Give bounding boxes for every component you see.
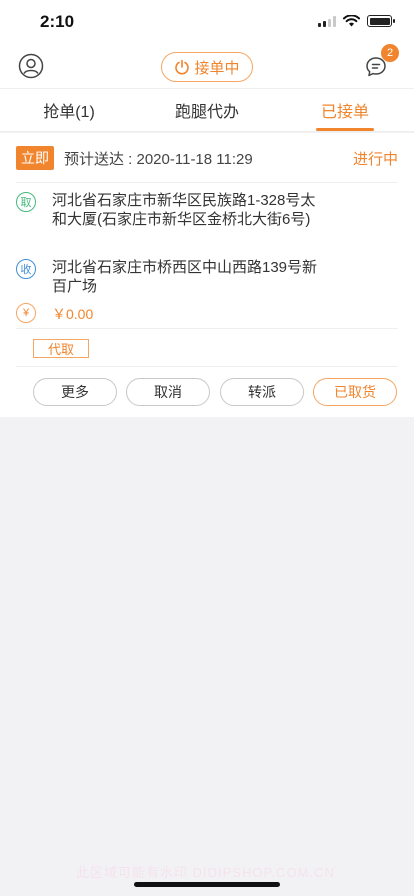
divider	[16, 366, 398, 367]
divider	[16, 328, 398, 329]
power-icon	[175, 59, 190, 75]
status-icons	[318, 15, 395, 27]
picked-up-button[interactable]: 已取货	[313, 378, 397, 406]
pickup-address: 河北省石家庄市新华区民族路1-328号太和大厦(石家庄市新华区金桥北大街6号)	[52, 192, 316, 228]
currency-icon: ¥	[16, 303, 36, 323]
proxy-tag: 代取	[33, 339, 89, 358]
message-count-badge: 2	[381, 44, 399, 62]
watermark: 此区域可能有水印 DIDIPSHOP.COM.CN	[76, 865, 335, 880]
transfer-button[interactable]: 转派	[220, 378, 304, 406]
battery-icon	[367, 15, 395, 27]
order-tabs: 抢单(1) 跑腿代办 已接单	[0, 88, 414, 132]
estimated-delivery: 预计送达 : 2020-11-18 11:29	[64, 150, 253, 168]
receive-address: 河北省石家庄市桥西区中山西路139号新百广场	[52, 259, 318, 295]
wifi-icon	[343, 15, 360, 27]
accepting-orders-toggle[interactable]: 接单中	[161, 52, 253, 82]
status-time: 2:10	[40, 12, 75, 31]
instant-tag: 立即	[16, 146, 54, 170]
user-icon	[18, 53, 44, 79]
fee-row: ¥ ￥0.00	[16, 302, 326, 324]
divider	[16, 182, 398, 183]
pickup-address-row: 取 河北省石家庄市新华区民族路1-328号太和大厦(石家庄市新华区金桥北大街6号…	[16, 191, 326, 229]
order-card[interactable]: 立即 预计送达 : 2020-11-18 11:29 进行中 取 河北省石家庄市…	[0, 133, 414, 417]
toggle-label: 接单中	[194, 59, 240, 77]
fee-amount: ￥0.00	[52, 306, 94, 322]
tab-grab-orders[interactable]: 抢单(1)	[0, 89, 138, 131]
receive-icon: 收	[16, 259, 36, 279]
profile-button[interactable]	[18, 53, 44, 79]
order-status: 进行中	[352, 150, 398, 168]
tab-errands[interactable]: 跑腿代办	[138, 89, 276, 131]
tab-accepted[interactable]: 已接单	[276, 89, 414, 131]
cellular-signal-icon	[318, 15, 336, 27]
home-indicator	[134, 882, 280, 887]
top-navbar: 接单中	[0, 44, 414, 88]
receive-address-row: 收 河北省石家庄市桥西区中山西路139号新百广场	[16, 258, 326, 296]
cancel-button[interactable]: 取消	[126, 378, 210, 406]
status-bar: 2:10	[0, 0, 414, 44]
pickup-icon: 取	[16, 192, 36, 212]
order-card-header: 立即 预计送达 : 2020-11-18 11:29 进行中	[16, 146, 398, 170]
more-button[interactable]: 更多	[33, 378, 117, 406]
